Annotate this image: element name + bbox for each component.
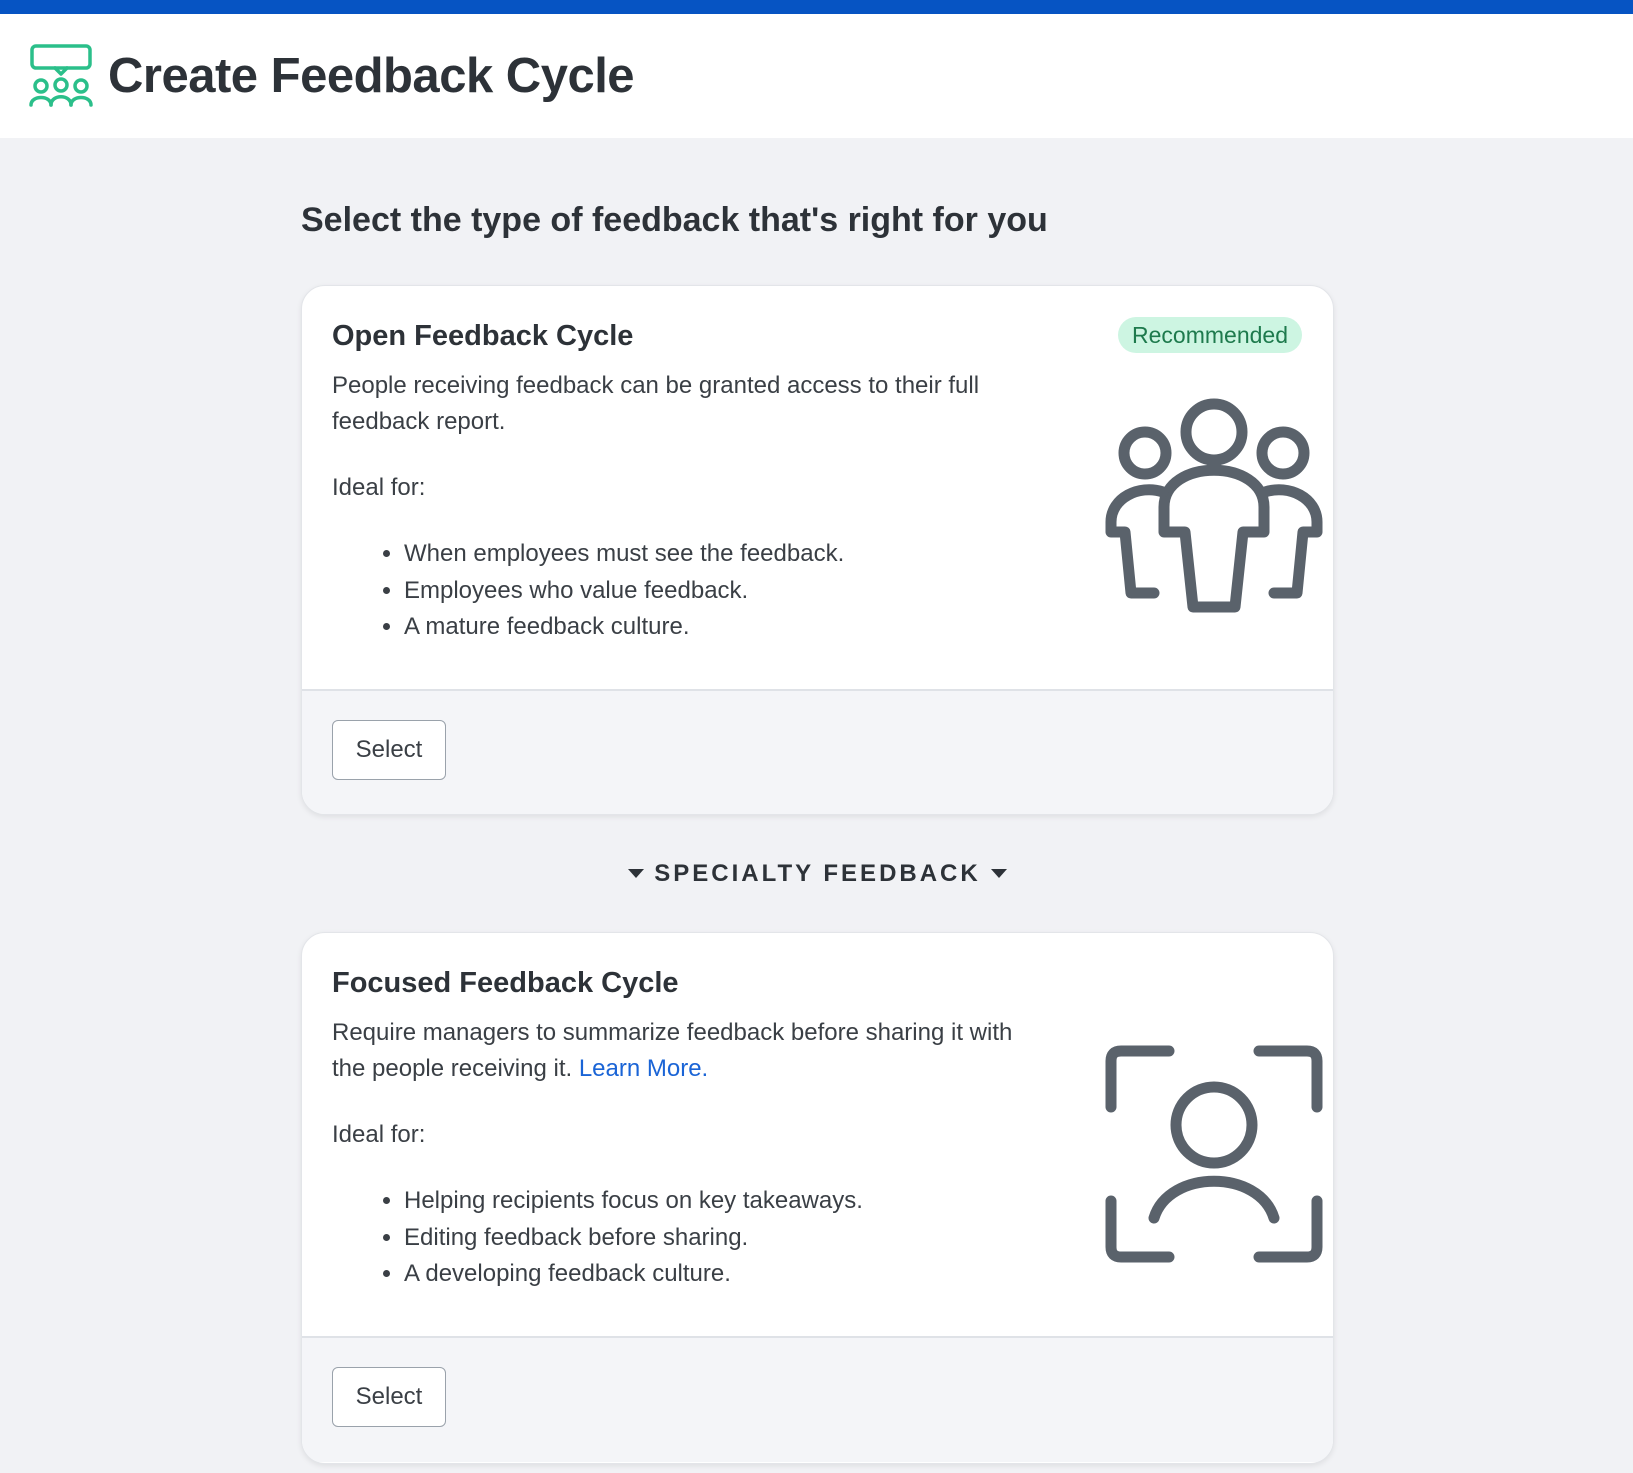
list-item: When employees must see the feedback. bbox=[404, 536, 844, 573]
open-feedback-card-body: Open Feedback Cycle Recommended People r… bbox=[302, 286, 1333, 689]
focus-person-icon bbox=[1105, 1045, 1323, 1263]
open-feedback-card-footer: Select bbox=[302, 689, 1333, 814]
focused-feedback-card: Focused Feedback Cycle Require managers … bbox=[301, 932, 1334, 1464]
section-heading: Select the type of feedback that's right… bbox=[301, 201, 1048, 239]
top-accent-bar bbox=[0, 0, 1633, 14]
main-content: Select the type of feedback that's right… bbox=[301, 139, 1334, 1464]
ideal-for-label: Ideal for: bbox=[332, 474, 426, 501]
list-item: Helping recipients focus on key takeaway… bbox=[404, 1183, 863, 1220]
card-description: Require managers to summarize feedback b… bbox=[332, 1015, 1052, 1087]
specialty-feedback-label: SPECIALTY FEEDBACK bbox=[654, 859, 981, 887]
group-people-icon bbox=[1105, 398, 1323, 613]
list-item: A mature feedback culture. bbox=[404, 609, 844, 646]
ideal-for-label: Ideal for: bbox=[332, 1121, 426, 1148]
select-open-feedback-button[interactable]: Select bbox=[332, 720, 446, 780]
learn-more-link[interactable]: Learn More. bbox=[579, 1055, 708, 1082]
page-title: Create Feedback Cycle bbox=[108, 49, 635, 103]
feedback-cycle-icon bbox=[29, 44, 93, 107]
list-item: A developing feedback culture. bbox=[404, 1256, 863, 1293]
focused-feedback-card-body: Focused Feedback Cycle Require managers … bbox=[302, 933, 1333, 1336]
ideal-for-list: Helping recipients focus on key takeaway… bbox=[332, 1183, 863, 1293]
page-header: Create Feedback Cycle bbox=[0, 14, 1633, 138]
specialty-feedback-toggle[interactable]: SPECIALTY FEEDBACK bbox=[301, 815, 1334, 932]
card-title: Focused Feedback Cycle bbox=[332, 967, 679, 999]
ideal-for-list: When employees must see the feedback. Em… bbox=[332, 536, 844, 646]
card-description: People receiving feedback can be granted… bbox=[332, 372, 980, 435]
list-item: Editing feedback before sharing. bbox=[404, 1220, 863, 1257]
caret-down-icon bbox=[628, 869, 645, 878]
recommended-badge: Recommended bbox=[1118, 317, 1302, 353]
select-focused-feedback-button[interactable]: Select bbox=[332, 1367, 446, 1427]
caret-down-icon bbox=[990, 869, 1007, 878]
focused-feedback-card-footer: Select bbox=[302, 1336, 1333, 1462]
open-feedback-card: Open Feedback Cycle Recommended People r… bbox=[301, 285, 1334, 815]
card-title: Open Feedback Cycle bbox=[332, 320, 634, 352]
list-item: Employees who value feedback. bbox=[404, 573, 844, 610]
